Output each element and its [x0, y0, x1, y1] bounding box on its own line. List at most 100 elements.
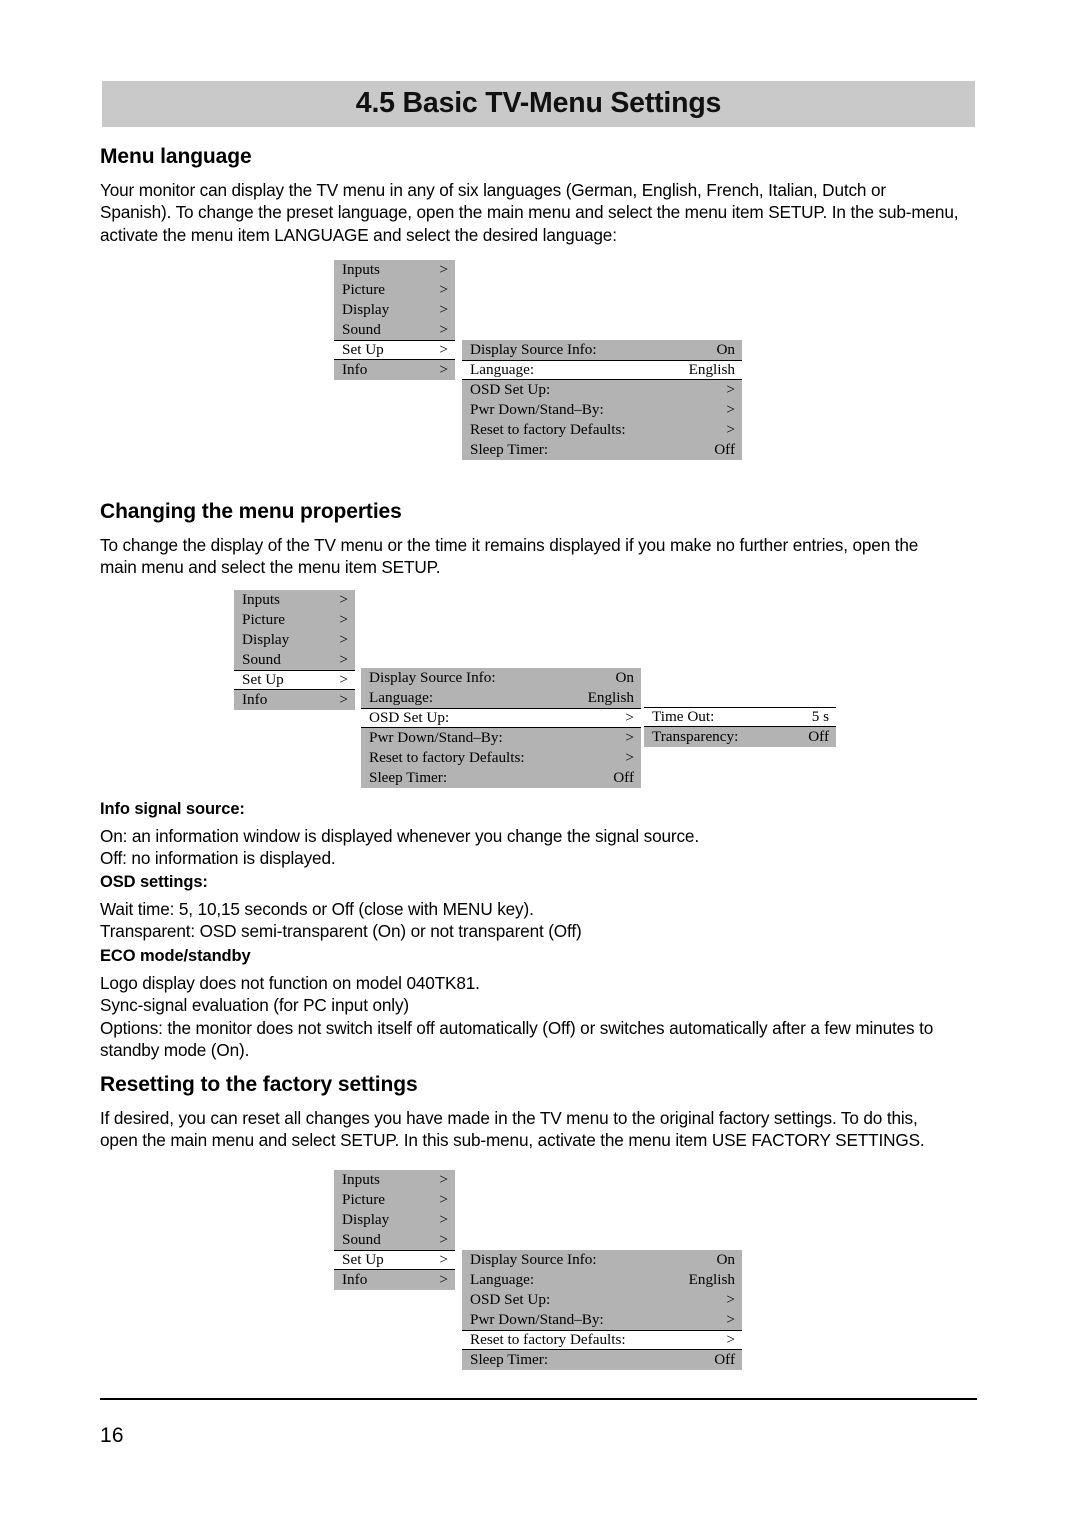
osd-row[interactable]: Sound > [334, 320, 455, 340]
menu-language-paragraph-line-1: Your monitor can display the TV menu in … [100, 180, 886, 200]
osd-item-label: Set Up [242, 671, 284, 688]
osd-item-label: Set Up [342, 1251, 384, 1268]
osd-row[interactable]: Inputs > [234, 590, 355, 610]
chevron-right-icon: > [726, 1311, 735, 1328]
osd-item-label: Sound [342, 1231, 381, 1248]
document-page: 4.5 Basic TV-Menu Settings Menu language… [0, 0, 1080, 1528]
section-resetting-factory-settings: Resetting to the factory settings If des… [100, 1073, 980, 1152]
osd-row[interactable]: Display Source Info: On [462, 340, 742, 360]
chevron-right-icon: > [726, 381, 735, 398]
changing-menu-paragraph-line-2: main menu and select the menu item SETUP… [100, 557, 441, 578]
osd-main-menu-diagram-3[interactable]: Inputs > Picture > Display > Sound > Set… [334, 1170, 455, 1290]
osd-row[interactable]: Display Source Info: On [462, 1250, 742, 1270]
osd-item-value: On [716, 1251, 735, 1268]
osd-row[interactable]: Sound > [334, 1230, 455, 1250]
osd-row[interactable]: OSD Set Up: > [462, 1290, 742, 1310]
osd-row-selected[interactable]: OSD Set Up: > [361, 708, 641, 728]
osd-item-label: Inputs [242, 591, 280, 608]
osd-item-label: OSD Set Up: [369, 709, 450, 726]
osd-row[interactable]: Inputs > [334, 260, 455, 280]
osd-settings-line-2: Transparent: OSD semi-transparent (On) o… [100, 921, 582, 942]
osd-row[interactable]: Picture > [334, 1190, 455, 1210]
info-signal-source-line-1: On: an information window is displayed w… [100, 826, 699, 846]
heading-changing-menu-properties: Changing the menu properties [100, 500, 402, 523]
osd-row[interactable]: Display > [334, 300, 455, 320]
osd-row[interactable]: Sleep Timer: Off [361, 768, 641, 788]
osd-item-label: Language: [470, 361, 535, 378]
osd-main-menu-diagram-1[interactable]: Inputs > Picture > Display > Sound > Set… [334, 260, 455, 380]
osd-row[interactable]: Display > [334, 1210, 455, 1230]
osd-osdsetup-submenu-diagram-2[interactable]: Time Out: 5 s Transparency: Off [644, 707, 836, 747]
osd-row-selected[interactable]: Language: English [462, 360, 742, 380]
osd-row[interactable]: Inputs > [334, 1170, 455, 1190]
osd-item-label: Inputs [342, 1171, 380, 1188]
osd-row[interactable]: Display > [234, 630, 355, 650]
chevron-right-icon: > [439, 301, 448, 318]
chapter-header-bar: 4.5 Basic TV-Menu Settings [102, 81, 975, 127]
osd-main-menu-diagram-2[interactable]: Inputs > Picture > Display > Sound > Set… [234, 590, 355, 710]
chevron-right-icon: > [439, 261, 448, 278]
chevron-right-icon: > [726, 421, 735, 438]
osd-row[interactable]: Pwr Down/Stand–By: > [361, 728, 641, 748]
osd-row[interactable]: Language: English [462, 1270, 742, 1290]
osd-item-label: Info [342, 361, 368, 378]
osd-row-selected[interactable]: Time Out: 5 s [644, 707, 836, 727]
section-osd-settings: OSD settings: Wait time: 5, 10,15 second… [100, 873, 980, 943]
chevron-right-icon: > [439, 1171, 448, 1188]
chevron-right-icon: > [339, 651, 348, 668]
osd-row-selected[interactable]: Set Up > [234, 670, 355, 690]
osd-item-value: Off [808, 728, 829, 745]
osd-row[interactable]: Info > [334, 360, 455, 380]
chevron-right-icon: > [726, 401, 735, 418]
osd-item-label: Picture [242, 611, 286, 628]
osd-row[interactable]: Transparency: Off [644, 727, 836, 747]
osd-row-selected[interactable]: Set Up > [334, 340, 455, 360]
osd-item-value: 5 s [811, 708, 829, 725]
osd-row[interactable]: Picture > [234, 610, 355, 630]
chevron-right-icon: > [439, 1211, 448, 1228]
osd-row[interactable]: Sound > [234, 650, 355, 670]
osd-row[interactable]: Reset to factory Defaults: > [361, 748, 641, 768]
osd-item-label: Inputs [342, 261, 380, 278]
chevron-right-icon: > [339, 631, 348, 648]
osd-item-label: Reset to factory Defaults: [369, 749, 525, 766]
osd-item-label: Transparency: [652, 728, 739, 745]
osd-item-label: Set Up [342, 341, 384, 358]
footer-divider [100, 1398, 977, 1400]
osd-row[interactable]: Info > [234, 690, 355, 710]
osd-row-selected[interactable]: Set Up > [334, 1250, 455, 1270]
osd-item-label: Time Out: [652, 708, 715, 725]
osd-item-label: Display Source Info: [470, 341, 597, 358]
osd-row-selected[interactable]: Reset to factory Defaults: > [462, 1330, 742, 1350]
osd-row[interactable]: OSD Set Up: > [462, 380, 742, 400]
osd-row[interactable]: Reset to factory Defaults: > [462, 420, 742, 440]
osd-setup-submenu-diagram-2[interactable]: Display Source Info: On Language: Englis… [361, 668, 641, 788]
osd-setup-submenu-diagram-3[interactable]: Display Source Info: On Language: Englis… [462, 1250, 742, 1370]
osd-row[interactable]: Pwr Down/Stand–By: > [462, 400, 742, 420]
chevron-right-icon: > [339, 691, 348, 708]
osd-row[interactable]: Language: English [361, 688, 641, 708]
osd-item-label: Sound [342, 321, 381, 338]
osd-item-label: Display Source Info: [470, 1251, 597, 1268]
osd-item-value: On [615, 669, 634, 686]
chevron-right-icon: > [726, 1331, 735, 1348]
osd-row[interactable]: Pwr Down/Stand–By: > [462, 1310, 742, 1330]
section-changing-menu-properties: Changing the menu properties To change t… [100, 500, 980, 579]
osd-item-value: English [587, 689, 634, 706]
osd-item-label: Sleep Timer: [470, 1351, 549, 1368]
osd-item-value: Off [714, 441, 735, 458]
osd-row[interactable]: Display Source Info: On [361, 668, 641, 688]
chevron-right-icon: > [439, 1191, 448, 1208]
heading-menu-language: Menu language [100, 145, 252, 168]
chevron-right-icon: > [726, 1291, 735, 1308]
osd-row[interactable]: Info > [334, 1270, 455, 1290]
osd-item-label: OSD Set Up: [470, 381, 551, 398]
osd-row[interactable]: Picture > [334, 280, 455, 300]
osd-item-label: Pwr Down/Stand–By: [470, 401, 604, 418]
osd-setup-submenu-diagram-1[interactable]: Display Source Info: On Language: Englis… [462, 340, 742, 460]
osd-item-label: Language: [470, 1271, 535, 1288]
osd-row[interactable]: Sleep Timer: Off [462, 1350, 742, 1370]
osd-row[interactable]: Sleep Timer: Off [462, 440, 742, 460]
eco-mode-line-1: Logo display does not function on model … [100, 973, 480, 993]
chevron-right-icon: > [439, 341, 448, 358]
